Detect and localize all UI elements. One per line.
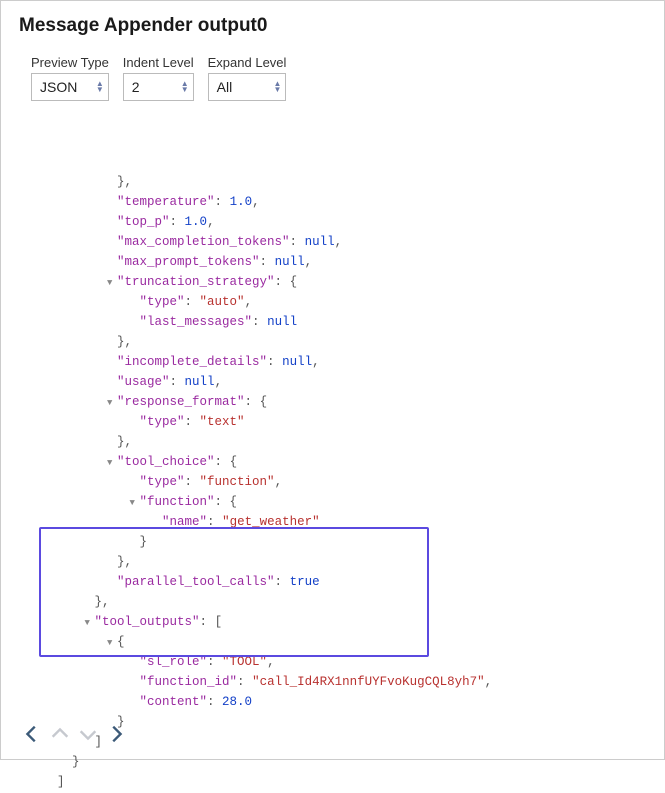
indent-level-select[interactable]: 2 ▲▼ <box>123 73 194 101</box>
json-line: ▼"truncation_strategy": { <box>47 273 648 293</box>
json-line: }, <box>47 333 648 353</box>
json-line: ▼"response_format": { <box>47 393 648 413</box>
json-line: "last_messages": null <box>47 313 648 333</box>
next-page-button[interactable] <box>77 723 99 745</box>
expand-toggle-icon[interactable]: ▼ <box>107 637 117 651</box>
json-line: "name": "get_weather" <box>47 513 648 533</box>
select-arrows-icon: ▲▼ <box>96 81 104 93</box>
nav-arrows <box>21 723 127 745</box>
expand-toggle-icon[interactable]: ▼ <box>85 617 95 631</box>
output-panel: Message Appender output0 Preview Type JS… <box>0 0 665 760</box>
json-line: "max_prompt_tokens": null, <box>47 253 648 273</box>
json-line: ▼"tool_choice": { <box>47 453 648 473</box>
json-line: "top_p": 1.0, <box>47 213 648 233</box>
preview-type-select[interactable]: JSON ▲▼ <box>31 73 109 101</box>
json-line: ] <box>47 733 648 753</box>
json-line: ] <box>47 773 648 793</box>
json-line: "type": "auto", <box>47 293 648 313</box>
preview-type-value: JSON <box>40 79 77 95</box>
json-line: "sl_role": "TOOL", <box>47 653 648 673</box>
json-line: "temperature": 1.0, <box>47 193 648 213</box>
json-line: "usage": null, <box>47 373 648 393</box>
last-page-button[interactable] <box>105 723 127 745</box>
json-line: }, <box>47 593 648 613</box>
controls-row: Preview Type JSON ▲▼ Indent Level 2 ▲▼ E… <box>31 55 648 101</box>
json-viewer[interactable]: }, "temperature": 1.0, "top_p": 1.0, "ma… <box>47 115 648 793</box>
expand-toggle-icon[interactable]: ▼ <box>107 397 117 411</box>
indent-level-value: 2 <box>132 79 140 95</box>
expand-toggle-icon[interactable]: ▼ <box>107 277 117 291</box>
json-line: }, <box>47 173 648 193</box>
json-line: "incomplete_details": null, <box>47 353 648 373</box>
json-line: "content": 28.0 <box>47 693 648 713</box>
page-title: Message Appender output0 <box>19 15 648 37</box>
json-line: ▼"function": { <box>47 493 648 513</box>
expand-level-value: All <box>217 79 233 95</box>
expand-toggle-icon[interactable]: ▼ <box>107 457 117 471</box>
indent-level-control: Indent Level 2 ▲▼ <box>123 55 194 101</box>
json-line: }, <box>47 553 648 573</box>
preview-type-label: Preview Type <box>31 55 109 70</box>
select-arrows-icon: ▲▼ <box>274 81 282 93</box>
json-line: "max_completion_tokens": null, <box>47 233 648 253</box>
expand-toggle-icon[interactable]: ▼ <box>130 497 140 511</box>
expand-level-control: Expand Level All ▲▼ <box>208 55 287 101</box>
json-line: "type": "text" <box>47 413 648 433</box>
json-line: "parallel_tool_calls": true <box>47 573 648 593</box>
json-line: }, <box>47 433 648 453</box>
expand-level-select[interactable]: All ▲▼ <box>208 73 287 101</box>
expand-level-label: Expand Level <box>208 55 287 70</box>
json-line: "function_id": "call_Id4RX1nnfUYFvoKugCQ… <box>47 673 648 693</box>
json-line: } <box>47 753 648 773</box>
json-line: ▼{ <box>47 633 648 653</box>
json-line: } <box>47 713 648 733</box>
first-page-button[interactable] <box>21 723 43 745</box>
prev-page-button[interactable] <box>49 723 71 745</box>
preview-type-control: Preview Type JSON ▲▼ <box>31 55 109 101</box>
json-line: "type": "function", <box>47 473 648 493</box>
json-line: } <box>47 533 648 553</box>
indent-level-label: Indent Level <box>123 55 194 70</box>
select-arrows-icon: ▲▼ <box>181 81 189 93</box>
json-line: ▼"tool_outputs": [ <box>47 613 648 633</box>
